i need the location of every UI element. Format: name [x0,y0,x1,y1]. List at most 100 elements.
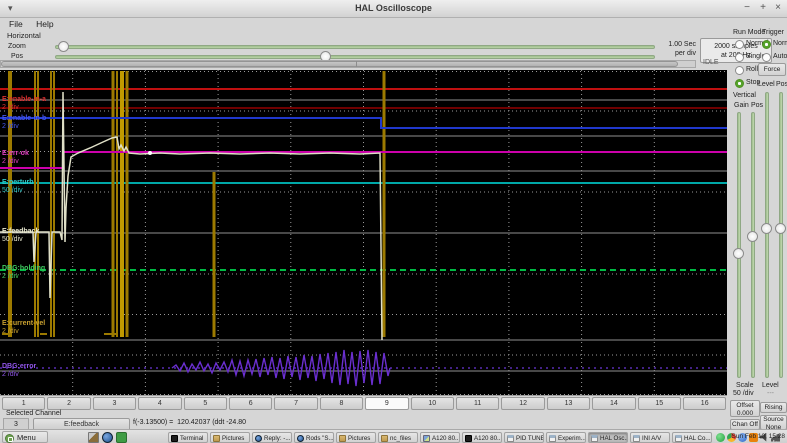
channel-button-2[interactable]: 2 [47,397,91,410]
taskbar-task-a120-80-[interactable]: A120 80... [420,431,460,443]
folder-icon [339,434,346,442]
taskbar-task-pictures[interactable]: Pictures [210,431,250,443]
trigger-label: Trigger [762,29,784,36]
desktop: ▾ HAL Oscilloscope − + × File Help Horiz… [0,0,787,443]
channel-label-e-enable-in-b: E:enable-in-b 2 /div [2,115,47,130]
channel-button-11[interactable]: 11 [456,397,500,410]
rising-button[interactable]: Rising [760,402,787,413]
run-mode-radio-roll[interactable] [735,66,744,75]
trigger-option-label-normal[interactable]: Normal [773,40,787,47]
scope-display[interactable] [0,70,727,396]
channel-label-e-err-ok: E:err-ok 2 /div [2,150,29,165]
browser-icon [297,434,304,442]
offset-value: 0.000 [736,410,754,417]
channel-button-6[interactable]: 6 [229,397,273,410]
window-title: HAL Oscilloscope [355,3,432,13]
channel-button-5[interactable]: 5 [183,397,227,410]
scale-label: Scale [736,382,754,389]
zoom-label: Zoom [8,43,26,50]
channel-button-10[interactable]: 10 [410,397,454,410]
channel-button-13[interactable]: 13 [546,397,591,410]
channel-button-15[interactable]: 15 [637,397,681,410]
trigger-level-slider-track[interactable] [765,92,769,378]
pos-label: Pos [11,53,24,60]
vertical-pos-slider-handle[interactable] [747,231,758,242]
vertical-gain-label: Gain [734,102,749,109]
menu-file[interactable]: File [9,19,23,29]
run-mode-label: Run Mode [733,29,766,36]
pos-slider-track[interactable] [55,55,655,59]
channel-button-14[interactable]: 14 [592,397,636,410]
trigger-option-label-auto[interactable]: Auto [773,53,787,60]
window-icon [675,434,682,442]
channel-label-e-current-vel: E:current-vel 2 /div [2,320,46,335]
launcher-pencil-icon[interactable] [88,431,99,443]
horizontal-scrollbar-thumb[interactable] [1,61,678,67]
channel-button-16[interactable]: 16 [683,397,727,410]
run-mode-option-label-roll[interactable]: Roll [746,66,758,73]
taskbar-menu-button[interactable]: Menu [2,431,48,443]
taskbar-clock[interactable]: Sun Feb 10, 15:28 [732,433,786,440]
trigger-radio-normal[interactable] [762,40,771,49]
source-button[interactable]: Source None [760,415,787,430]
channel-label-dbg-error: DBG:error 2 /div [2,363,37,378]
zoom-slider-track[interactable] [55,45,655,49]
offset-button[interactable]: Offset 0.000 [730,400,760,417]
channel-label-e-enable-in-a: E:enable-in-a 2 /div [2,96,46,111]
rate-line2: per div [674,50,696,57]
window-icon [633,434,640,442]
launcher-browser-icon[interactable] [102,431,113,443]
maximize-button[interactable]: + [757,2,769,13]
channel-button-3[interactable]: 3 [92,397,137,410]
taskbar-task-ini-a-v[interactable]: INI A/V [630,431,670,443]
taskbar-task-nc-files[interactable]: nc_files [378,431,418,443]
image-icon [423,434,430,442]
trigger-pos-label: Pos [776,81,787,88]
trigger-radio-auto[interactable] [762,53,771,62]
taskbar-task-reply-[interactable]: Reply: -... [252,431,292,443]
run-mode-radio-stop[interactable] [735,79,744,88]
channel-button-1[interactable]: 1 [2,397,46,410]
channel-button-4[interactable]: 4 [138,397,182,410]
taskbar-task-hal-co-[interactable]: HAL Co... [672,431,712,443]
window-titlebar[interactable]: ▾ HAL Oscilloscope − + × [0,0,787,18]
trigger-pos-slider-handle[interactable] [775,223,786,234]
channel-label-e-perturb: E:perturb 50 /div [2,179,34,194]
scale-value: 50 /div [733,390,754,397]
taskbar-task-terminal[interactable]: Terminal [168,431,208,443]
vertical-pos-label: Pos [751,102,764,109]
channel-label-dbg-holding: DBG:holding 2 /div [2,265,46,280]
taskbar-task-experim-[interactable]: Experim... [546,431,586,443]
menu-help[interactable]: Help [36,19,53,29]
channel-button-8[interactable]: 8 [319,397,364,410]
taskbar-task-rods-s-[interactable]: Rods "S... [294,431,334,443]
trigger-level-slider-handle[interactable] [761,223,772,234]
channel-button-9[interactable]: 9 [365,397,409,410]
taskbar-task-pid-tune[interactable]: PID TUNE [504,431,544,443]
zoom-slider-handle[interactable] [58,41,69,52]
force-button[interactable]: Force [758,63,786,76]
gain-slider-track[interactable] [737,112,741,378]
taskbar-task-pictures[interactable]: Pictures [336,431,376,443]
vertical-label: Vertical [733,92,756,99]
level-label: Level [762,382,779,389]
horizontal-scrollbar[interactable] [0,60,696,68]
gain-slider-handle[interactable] [733,248,744,259]
taskbar-task-hal-osc-[interactable]: HAL Osc... [588,431,628,443]
folder-icon [381,434,388,442]
taskbar-task-a120-80-[interactable]: A120 80... [462,431,502,443]
tray-green-orb-icon[interactable] [716,432,725,442]
trigger-pos-slider-track[interactable] [779,92,783,378]
run-mode-radio-single[interactable] [735,53,744,62]
close-button[interactable]: × [772,2,784,13]
offset-label: Offset [736,402,754,409]
horizontal-frame-label: Horizontal [7,31,41,40]
window-icon [591,434,598,442]
vertical-pos-slider-track[interactable] [751,112,755,378]
channel-button-7[interactable]: 7 [274,397,318,410]
run-mode-radio-normal[interactable] [735,40,744,49]
channel-button-12[interactable]: 12 [501,397,545,410]
source-label: Source [763,416,784,423]
minimize-button[interactable]: − [741,2,753,13]
launcher-terminal-green-icon[interactable] [116,431,127,443]
